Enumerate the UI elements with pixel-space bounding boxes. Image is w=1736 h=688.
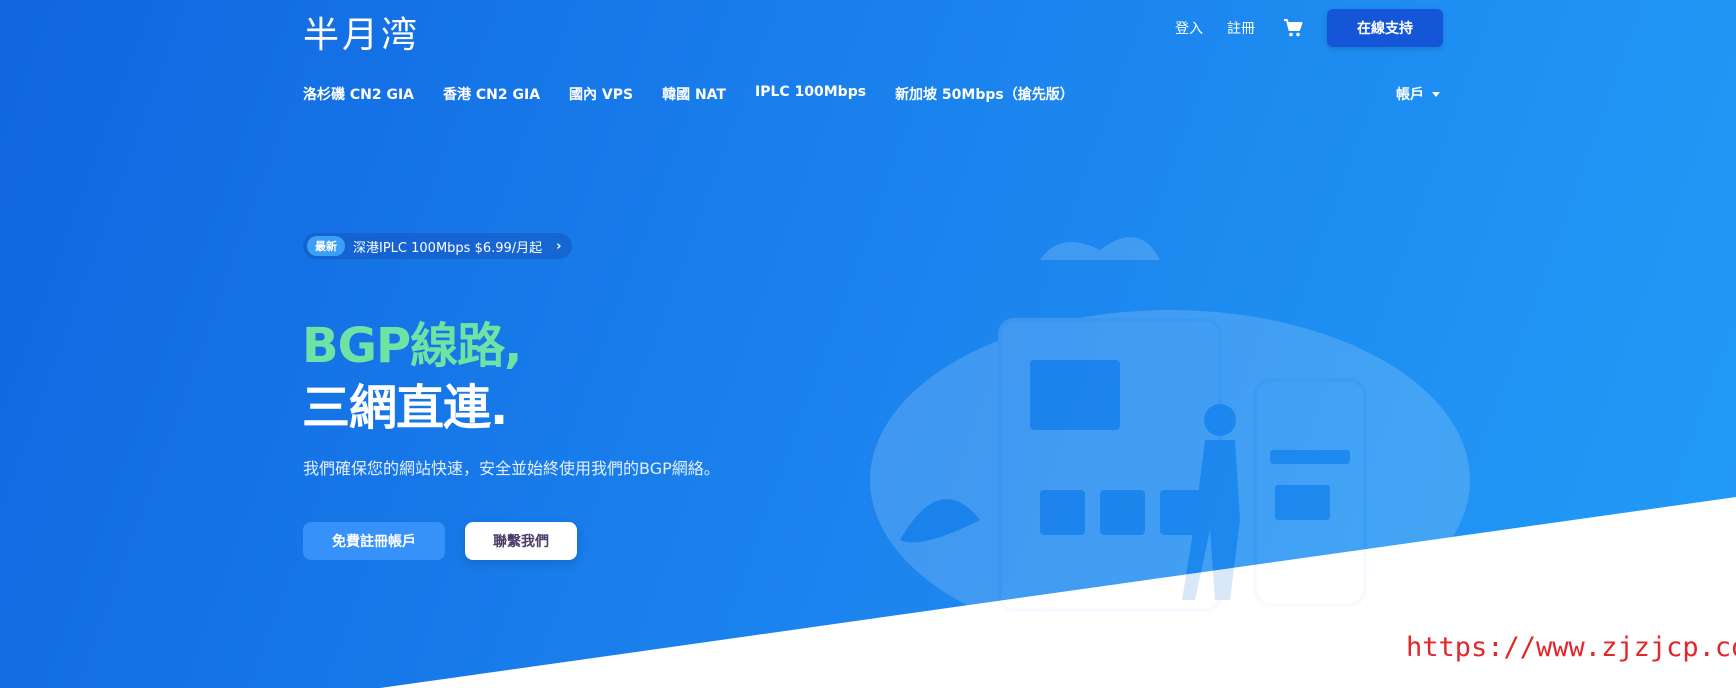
login-link[interactable]: 登入	[1175, 18, 1203, 38]
watermark-url: https://www.zjzjcp.com	[1406, 632, 1736, 663]
hero-description: 我們確保您的網站快速，安全並始終使用我們的BGP網絡。	[303, 459, 720, 478]
nav-item-hk-cn2-gia[interactable]: 香港 CN2 GIA	[443, 84, 540, 104]
hero-illustration	[870, 237, 1470, 640]
free-register-button[interactable]: 免費註冊帳戶	[303, 522, 445, 560]
account-menu[interactable]: 帳戶	[1396, 84, 1440, 104]
promo-banner[interactable]: 最新 深港IPLC 100Mbps $6.99/月起 ›	[303, 233, 572, 259]
account-label: 帳戶	[1396, 87, 1424, 103]
contact-us-button[interactable]: 聯繫我們	[465, 522, 577, 560]
nav-item-singapore[interactable]: 新加坡 50Mbps（搶先版）	[895, 84, 1074, 104]
new-badge: 最新	[307, 236, 345, 256]
register-link[interactable]: 註冊	[1227, 18, 1255, 38]
nav-item-iplc[interactable]: IPLC 100Mbps	[755, 84, 866, 104]
headline-line2: 三網直連.	[302, 380, 508, 436]
chevron-down-icon	[1432, 91, 1440, 97]
headline-line1: BGP線路,	[302, 318, 522, 374]
promo-text: 深港IPLC 100Mbps $6.99/月起	[353, 240, 543, 256]
chevron-right-icon: ›	[556, 238, 562, 254]
nav-item-domestic-vps[interactable]: 國內 VPS	[569, 84, 633, 104]
top-nav: 登入 註冊 在線支持	[1151, 9, 1443, 47]
main-nav: 洛杉磯 CN2 GIA 香港 CN2 GIA 國內 VPS 韓國 NAT IPL…	[303, 84, 1103, 104]
cart-icon[interactable]	[1283, 17, 1305, 39]
live-support-button[interactable]: 在線支持	[1327, 9, 1443, 47]
nav-item-korea-nat[interactable]: 韓國 NAT	[662, 84, 726, 104]
nav-item-la-cn2-gia[interactable]: 洛杉磯 CN2 GIA	[303, 84, 414, 104]
site-logo[interactable]: 半月湾	[303, 6, 420, 58]
